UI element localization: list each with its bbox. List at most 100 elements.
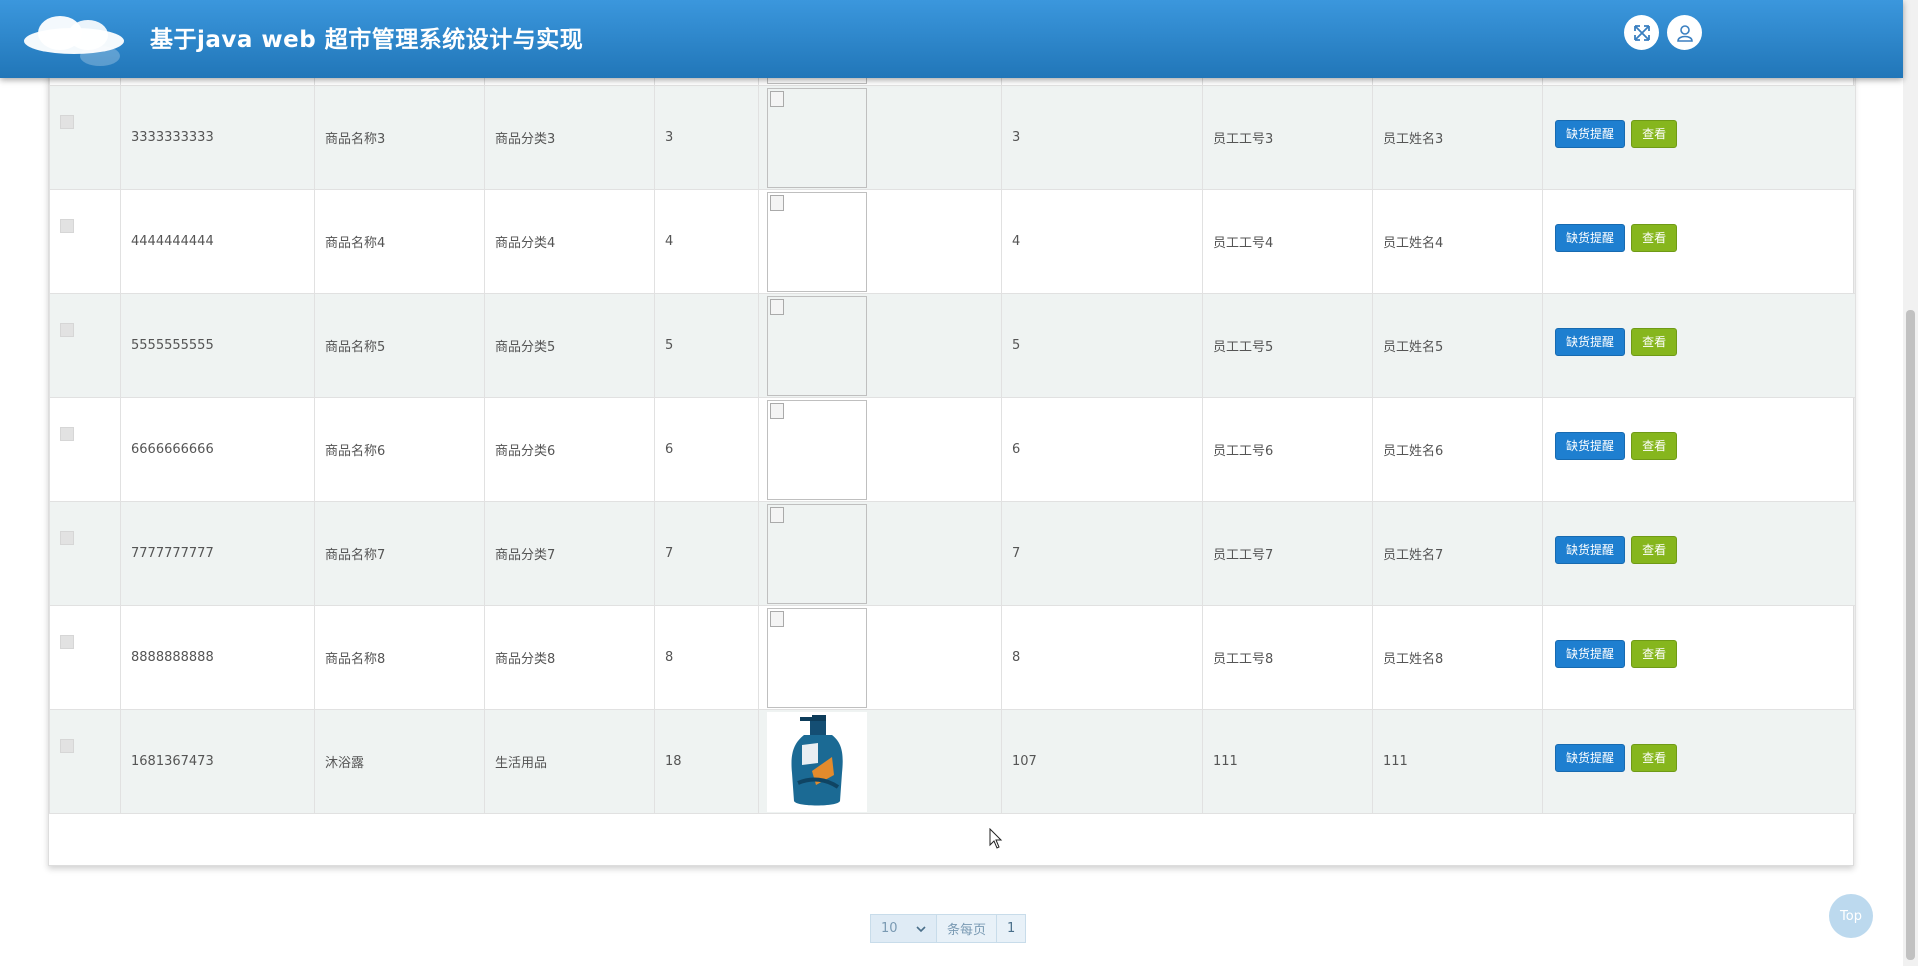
goods-stock: 3 xyxy=(1001,85,1203,190)
row-checkbox[interactable] xyxy=(60,218,74,233)
product-image xyxy=(767,399,867,500)
goods-image-cell xyxy=(758,501,1002,606)
row-checkbox-cell xyxy=(49,501,121,606)
table-row: 1681367473 沐浴露 生活用品 18 107 111 111 缺货提醒 … xyxy=(49,709,1856,814)
stock-reminder-button[interactable]: 缺货提醒 xyxy=(1555,535,1626,564)
row-checkbox-cell xyxy=(49,605,121,710)
user-button[interactable] xyxy=(1667,15,1702,50)
scrollbar-thumb[interactable] xyxy=(1906,310,1915,960)
goods-category: 商品分类5 xyxy=(484,293,655,398)
goods-category: 商品分类4 xyxy=(484,189,655,294)
cloud-logo xyxy=(16,6,128,66)
stock-reminder-button[interactable]: 缺货提醒 xyxy=(1555,119,1626,148)
goods-code: 3333333333 xyxy=(120,85,315,190)
broken-image-icon xyxy=(770,402,784,419)
broken-image-icon xyxy=(770,506,784,523)
stock-reminder-button[interactable]: 缺货提醒 xyxy=(1555,327,1626,356)
view-button[interactable]: 查看 xyxy=(1631,743,1678,772)
goods-category: 商品分类6 xyxy=(484,397,655,502)
goods-qty: 4 xyxy=(654,189,759,294)
chevron-down-icon xyxy=(916,925,926,932)
table-row: 3333333333 商品名称3 商品分类3 3 3 员工工号3 员工姓名3 缺… xyxy=(49,85,1856,190)
goods-code: 5555555555 xyxy=(120,293,315,398)
row-checkbox-cell xyxy=(49,293,121,398)
stock-reminder-button[interactable]: 缺货提醒 xyxy=(1555,639,1626,668)
product-image xyxy=(767,191,867,292)
row-actions: 缺货提醒 查看 xyxy=(1542,85,1856,190)
row-checkbox[interactable] xyxy=(60,322,74,337)
goods-table-body: 2222222222 商品名称2 商品分类2 2 2 员工工号2 员工姓名2 缺… xyxy=(49,0,1856,814)
goods-code: 1681367473 xyxy=(120,709,315,814)
view-button[interactable]: 查看 xyxy=(1631,223,1678,252)
row-checkbox[interactable] xyxy=(60,738,74,753)
fullscreen-button[interactable] xyxy=(1624,15,1659,50)
view-button[interactable]: 查看 xyxy=(1631,119,1678,148)
goods-code: 4444444444 xyxy=(120,189,315,294)
user-icon xyxy=(1676,24,1693,42)
goods-name: 商品名称8 xyxy=(314,605,485,710)
back-to-top-button[interactable]: Top xyxy=(1829,894,1873,938)
goods-code: 8888888888 xyxy=(120,605,315,710)
page-size-select[interactable]: 10 xyxy=(871,915,937,942)
employee-no: 111 xyxy=(1202,709,1373,814)
stock-reminder-button[interactable]: 缺货提醒 xyxy=(1555,431,1626,460)
table-row: 6666666666 商品名称6 商品分类6 6 6 员工工号6 员工姓名6 缺… xyxy=(49,397,1856,502)
employee-no: 员工工号3 xyxy=(1202,85,1373,190)
pagination: 10 条每页 1 xyxy=(870,914,1027,943)
goods-name: 商品名称3 xyxy=(314,85,485,190)
row-checkbox-cell xyxy=(49,709,121,814)
shower-gel-bottle-icon xyxy=(791,714,843,805)
row-checkbox[interactable] xyxy=(60,634,74,649)
goods-image-cell xyxy=(758,709,1002,814)
goods-qty: 18 xyxy=(654,709,759,814)
page-scrollbar[interactable] xyxy=(1903,0,1918,966)
view-button[interactable]: 查看 xyxy=(1631,535,1678,564)
row-checkbox-cell xyxy=(49,397,121,502)
goods-table-grid: 2222222222 商品名称2 商品分类2 2 2 员工工号2 员工姓名2 缺… xyxy=(49,0,1856,814)
goods-image-cell xyxy=(758,397,1002,502)
goods-image-cell xyxy=(758,85,1002,190)
goods-category: 生活用品 xyxy=(484,709,655,814)
product-image xyxy=(767,87,867,188)
goods-name: 商品名称6 xyxy=(314,397,485,502)
page-number-current[interactable]: 1 xyxy=(997,915,1025,942)
row-actions: 缺货提醒 查看 xyxy=(1542,709,1856,814)
employee-no: 员工工号4 xyxy=(1202,189,1373,294)
goods-category: 商品分类8 xyxy=(484,605,655,710)
stock-reminder-button[interactable]: 缺货提醒 xyxy=(1555,223,1626,252)
row-checkbox[interactable] xyxy=(60,114,74,129)
goods-category: 商品分类7 xyxy=(484,501,655,606)
table-row: 8888888888 商品名称8 商品分类8 8 8 员工工号8 员工姓名8 缺… xyxy=(49,605,1856,710)
system-title: 基于java web 超市管理系统设计与实现 xyxy=(150,27,584,53)
employee-no: 员工工号7 xyxy=(1202,501,1373,606)
goods-stock: 5 xyxy=(1001,293,1203,398)
goods-image-cell xyxy=(758,189,1002,294)
row-checkbox[interactable] xyxy=(60,530,74,545)
top-header: 基于java web 超市管理系统设计与实现 xyxy=(0,0,1903,78)
mouse-cursor-icon xyxy=(989,828,1003,849)
row-checkbox-cell xyxy=(49,85,121,190)
row-checkbox-cell xyxy=(49,189,121,294)
goods-qty: 8 xyxy=(654,605,759,710)
employee-name: 111 xyxy=(1372,709,1543,814)
goods-category: 商品分类3 xyxy=(484,85,655,190)
goods-name: 商品名称5 xyxy=(314,293,485,398)
row-actions: 缺货提醒 查看 xyxy=(1542,397,1856,502)
view-button[interactable]: 查看 xyxy=(1631,639,1678,668)
table-row: 5555555555 商品名称5 商品分类5 5 5 员工工号5 员工姓名5 缺… xyxy=(49,293,1856,398)
view-button[interactable]: 查看 xyxy=(1631,431,1678,460)
view-button[interactable]: 查看 xyxy=(1631,327,1678,356)
goods-stock: 4 xyxy=(1001,189,1203,294)
goods-stock: 8 xyxy=(1001,605,1203,710)
goods-stock: 7 xyxy=(1001,501,1203,606)
row-actions: 缺货提醒 查看 xyxy=(1542,189,1856,294)
goods-code: 6666666666 xyxy=(120,397,315,502)
goods-image-cell xyxy=(758,605,1002,710)
goods-qty: 7 xyxy=(654,501,759,606)
employee-name: 员工姓名7 xyxy=(1372,501,1543,606)
employee-no: 员工工号8 xyxy=(1202,605,1373,710)
stock-reminder-button[interactable]: 缺货提醒 xyxy=(1555,743,1626,772)
goods-stock: 6 xyxy=(1001,397,1203,502)
row-checkbox[interactable] xyxy=(60,426,74,441)
row-actions: 缺货提醒 查看 xyxy=(1542,501,1856,606)
